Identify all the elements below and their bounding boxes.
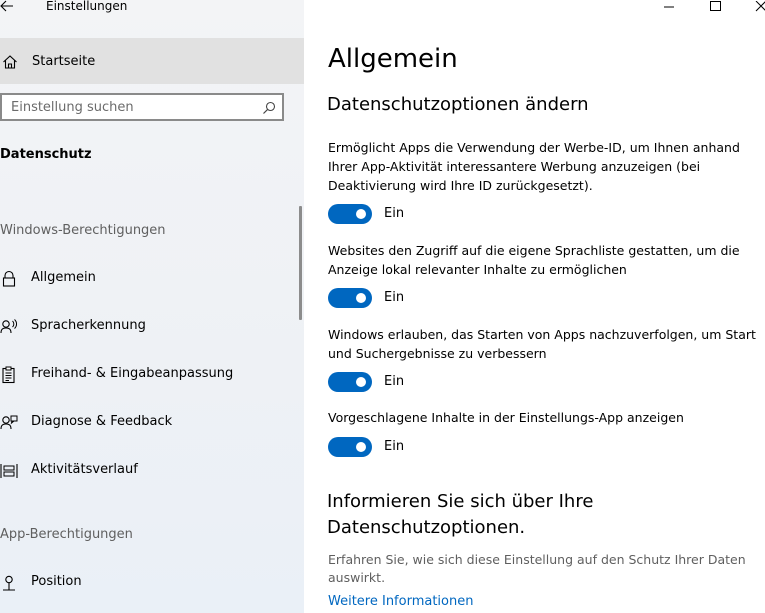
search-icon[interactable] [262, 100, 276, 114]
back-button[interactable] [0, 0, 22, 14]
sidebar-item-freihand[interactable]: Freihand- & Eingabeanpassung [0, 354, 300, 394]
timeline-icon [0, 462, 18, 480]
section-heading-windows-permissions: Windows-Berechtigungen [0, 223, 166, 238]
setting-description-language-list: Websites den Zugriff auf die eigene Spra… [328, 243, 740, 277]
toggle-knob [356, 293, 366, 303]
toggle-state-label: Ein [384, 439, 405, 454]
maximize-icon [710, 1, 721, 11]
sidebar-item-spracherkennung[interactable]: Spracherkennung [0, 306, 300, 346]
feedback-icon [0, 414, 18, 432]
sidebar-item-allgemein[interactable]: Allgemein [0, 258, 300, 298]
close-icon [755, 0, 765, 12]
sidebar-item-label: Diagnose & Feedback [31, 414, 173, 429]
toggle-knob [356, 442, 366, 452]
sidebar-item-label: Spracherkennung [31, 318, 146, 333]
section-title: Datenschutzoptionen ändern [327, 94, 589, 115]
lock-icon [0, 270, 18, 288]
category-title: Datenschutz [0, 147, 92, 162]
sidebar-item-position[interactable]: Position [0, 562, 300, 602]
arrow-left-icon [0, 0, 13, 12]
sidebar-home-label: Startseite [32, 54, 96, 69]
speech-icon [0, 318, 18, 336]
setting-description-suggested-content: Vorgeschlagene Inhalte in der Einstellun… [328, 410, 684, 425]
setting-description-app-launch-tracking: Windows erlauben, das Starten von Apps n… [328, 327, 756, 361]
toggle-state-label: Ein [384, 290, 405, 305]
close-button[interactable] [741, 0, 765, 14]
sidebar-scrollbar[interactable] [299, 206, 302, 320]
location-icon [0, 574, 18, 592]
toggle-app-launch-tracking[interactable] [328, 372, 372, 392]
info-description: Erfahren Sie, wie sich diese Einstellung… [328, 552, 746, 585]
sidebar: Einstellungen Startseite Datenschutz Win… [0, 0, 304, 613]
sidebar-item-label: Position [31, 574, 82, 589]
sidebar-item-label: Aktivitätsverlauf [31, 462, 138, 477]
sidebar-item-label: Freihand- & Eingabeanpassung [31, 366, 234, 381]
clipboard-icon [0, 366, 18, 384]
toggle-advertising-id[interactable] [328, 204, 372, 224]
toggle-language-list[interactable] [328, 288, 372, 308]
sidebar-item-diagnose[interactable]: Diagnose & Feedback [0, 402, 300, 442]
more-info-link[interactable]: Weitere Informationen [328, 594, 473, 609]
setting-description-advertising-id: Ermöglicht Apps die Verwendung der Werbe… [328, 140, 740, 193]
toggle-knob [356, 209, 366, 219]
toggle-state-label: Ein [384, 374, 405, 389]
sidebar-item-label: Allgemein [31, 270, 96, 285]
sidebar-item-aktivitaetsverlauf[interactable]: Aktivitätsverlauf [0, 450, 300, 490]
search-input[interactable] [11, 97, 261, 117]
toggle-suggested-content[interactable] [328, 437, 372, 457]
maximize-button[interactable] [695, 0, 735, 14]
minimize-button[interactable] [649, 0, 689, 14]
toggle-state-label: Ein [384, 206, 405, 221]
minimize-icon [664, 6, 674, 8]
home-icon [2, 54, 18, 70]
search-box[interactable] [0, 93, 284, 121]
page-title: Allgemein [328, 44, 458, 74]
toggle-knob [356, 377, 366, 387]
main-content: Allgemein Datenschutzoptionen ändern Erm… [304, 0, 765, 613]
info-heading: Informieren Sie sich über Ihre Datenschu… [327, 491, 594, 538]
section-heading-app-permissions: App-Berechtigungen [0, 527, 133, 542]
app-title: Einstellungen [46, 0, 128, 13]
